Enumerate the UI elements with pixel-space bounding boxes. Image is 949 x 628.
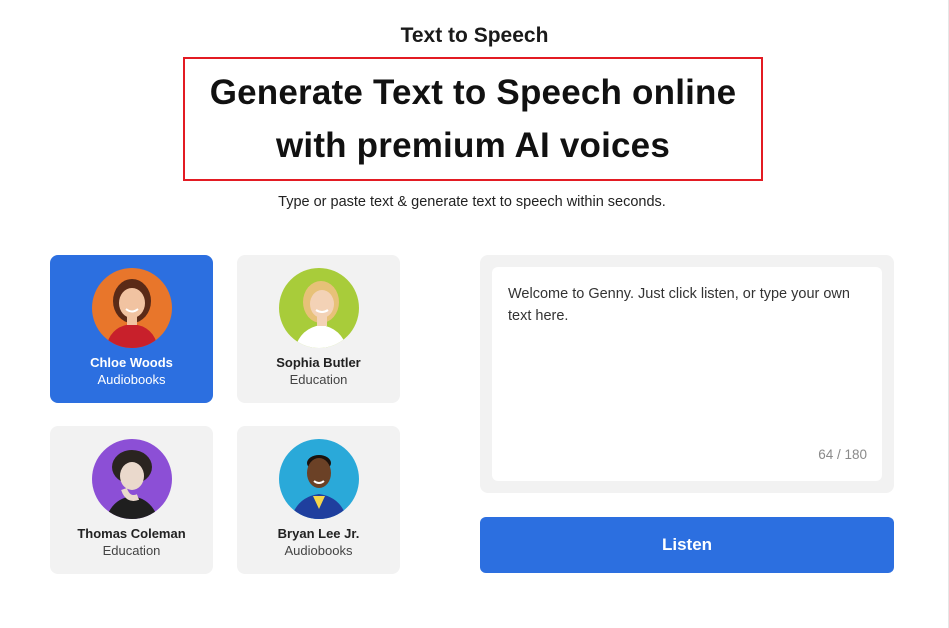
voice-name: Bryan Lee Jr. (277, 526, 360, 541)
voice-category: Audiobooks (284, 543, 353, 558)
voice-category: Education (102, 543, 161, 558)
text-editor-panel: Welcome to Genny. Just click listen, or … (480, 255, 894, 493)
section-eyebrow: Text to Speech (400, 24, 549, 47)
page-subtitle: Type or paste text & generate text to sp… (278, 194, 666, 210)
voice-card-bryan-lee-jr[interactable]: Bryan Lee Jr. Audiobooks (237, 426, 400, 574)
character-counter: 64 / 180 (818, 447, 867, 462)
headline-highlight-box: Generate Text to Speech online with prem… (183, 57, 763, 181)
voice-name: Thomas Coleman (77, 526, 186, 541)
voice-name: Chloe Woods (90, 355, 173, 370)
page-headline: Generate Text to Speech online with prem… (210, 66, 737, 172)
tts-page: Text to Speech Generate Text to Speech o… (0, 0, 949, 628)
voice-category: Audiobooks (97, 372, 166, 387)
headline-line-2: with premium AI voices (275, 126, 671, 165)
avatar (278, 268, 359, 348)
listen-button[interactable]: Listen (480, 517, 894, 573)
voice-card-sophia-butler[interactable]: Sophia Butler Education (237, 255, 400, 403)
voice-card-thomas-coleman[interactable]: Thomas Coleman Education (50, 426, 213, 574)
avatar (278, 439, 359, 519)
voice-category: Education (289, 372, 348, 387)
avatar (91, 268, 172, 348)
voice-name: Sophia Butler (276, 355, 361, 370)
avatar (91, 439, 172, 519)
headline-line-1: Generate Text to Speech online (209, 73, 737, 112)
voice-card-chloe-woods[interactable]: Chloe Woods Audiobooks (50, 255, 213, 403)
